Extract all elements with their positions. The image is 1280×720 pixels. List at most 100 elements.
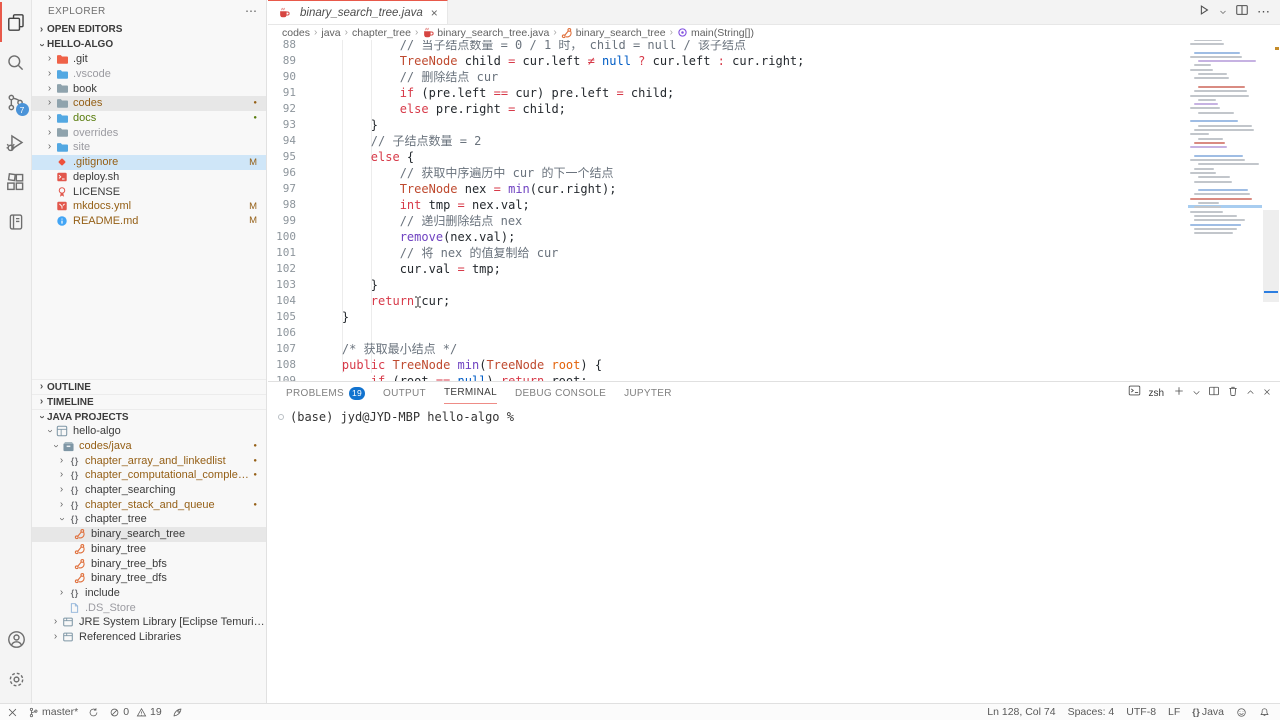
terminal-dropdown-chevron-icon[interactable] xyxy=(1192,384,1201,402)
terminal-prompt[interactable]: (base) jyd@JYD-MBP hello-algo % xyxy=(278,410,514,424)
status-eol[interactable]: LF xyxy=(1168,706,1180,718)
java-projects-header[interactable]: › JAVA PROJECTS xyxy=(32,409,266,424)
activity-search-icon[interactable] xyxy=(0,42,32,82)
explorer-item-vscode[interactable]: ›.vscode xyxy=(32,67,266,82)
java-projects-item-codes-java[interactable]: ›codes/java● xyxy=(32,439,266,454)
java-projects-item-hello-algo[interactable]: ›hello-algo xyxy=(32,424,266,439)
java-projects-item-include[interactable]: ›{ }include xyxy=(32,586,266,601)
feedback-icon[interactable] xyxy=(1236,707,1247,718)
explorer-item-deploy-sh[interactable]: deploy.sh xyxy=(32,170,266,185)
explorer-item-license[interactable]: LICENSE xyxy=(32,184,266,199)
sync-icon[interactable] xyxy=(88,707,99,718)
status-indentation[interactable]: Spaces: 4 xyxy=(1068,706,1115,718)
code-line-92[interactable]: 92 else pre.right = child; xyxy=(268,101,1280,117)
code-line-109[interactable]: 109 if (root == null) return root; xyxy=(268,373,1280,381)
workspace-root-header[interactable]: › HELLO-ALGO xyxy=(32,37,266,52)
minimap[interactable] xyxy=(1188,25,1262,381)
code-line-100[interactable]: 100 remove(nex.val); xyxy=(268,229,1280,245)
breadcrumb-item[interactable]: java xyxy=(321,27,340,39)
kill-terminal-icon[interactable] xyxy=(1227,384,1239,402)
explorer-item-mkdocs-yml[interactable]: mkdocs.ymlM xyxy=(32,199,266,214)
panel-tab-jupyter[interactable]: JUPYTER xyxy=(624,382,672,404)
explorer-item-docs[interactable]: ›docs● xyxy=(32,111,266,126)
more-actions-icon[interactable]: ⋯ xyxy=(1257,4,1270,20)
status-encoding[interactable]: UTF-8 xyxy=(1126,706,1156,718)
tab-binary-search-tree[interactable]: binary_search_tree.java × xyxy=(268,0,448,24)
panel-tab-problems[interactable]: PROBLEMS19 xyxy=(286,382,365,404)
more-actions-icon[interactable]: ⋯ xyxy=(245,4,258,18)
code-line-107[interactable]: 107 /* 获取最小结点 */ xyxy=(268,341,1280,357)
shell-label[interactable]: zsh xyxy=(1148,388,1164,399)
explorer-item-book[interactable]: ›book xyxy=(32,81,266,96)
run-dropdown-chevron-icon[interactable] xyxy=(1219,3,1227,21)
rocket-icon[interactable] xyxy=(172,707,183,718)
explorer-item-overrides[interactable]: ›overrides xyxy=(32,125,266,140)
status-branch[interactable]: master* xyxy=(28,706,78,718)
activity-notebook-icon[interactable] xyxy=(0,202,32,242)
code-line-96[interactable]: 96 // 获取中序遍历中 cur 的下一个结点 xyxy=(268,165,1280,181)
code-editor[interactable]: 88 // 当子结点数量 = 0 / 1 时， child = null / 该… xyxy=(268,25,1280,381)
code-line-91[interactable]: 91 if (pre.left == cur) pre.left = child… xyxy=(268,85,1280,101)
code-line-97[interactable]: 97 TreeNode nex = min(cur.right); xyxy=(268,181,1280,197)
java-projects-item-binary-search-tree[interactable]: binary_search_tree xyxy=(32,527,266,542)
code-line-106[interactable]: 106 xyxy=(268,325,1280,341)
panel-tab-output[interactable]: OUTPUT xyxy=(383,382,426,404)
split-editor-icon[interactable] xyxy=(1235,3,1249,22)
breadcrumb-item[interactable]: main(String[]) xyxy=(677,27,754,39)
launch-terminal-icon[interactable] xyxy=(1128,384,1141,402)
code-line-108[interactable]: 108 public TreeNode min(TreeNode root) { xyxy=(268,357,1280,373)
outline-header[interactable]: › OUTLINE xyxy=(32,379,266,394)
timeline-header[interactable]: › TIMELINE xyxy=(32,394,266,409)
new-terminal-icon[interactable] xyxy=(1173,384,1185,402)
explorer-item-git[interactable]: ›.git xyxy=(32,52,266,67)
code-line-93[interactable]: 93 } xyxy=(268,117,1280,133)
close-panel-icon[interactable] xyxy=(1262,384,1272,402)
breadcrumb-item[interactable]: codes xyxy=(282,27,310,39)
java-projects-item-binary-tree-bfs[interactable]: binary_tree_bfs xyxy=(32,556,266,571)
java-projects-item-chapter-stack-and-queue[interactable]: ›{ }chapter_stack_and_queue● xyxy=(32,497,266,512)
activity-source-control-icon[interactable]: 7 xyxy=(0,82,32,122)
breadcrumb-item[interactable]: chapter_tree xyxy=(352,27,411,39)
java-projects-item-chapter-searching[interactable]: ›{ }chapter_searching xyxy=(32,483,266,498)
code-line-99[interactable]: 99 // 递归删除结点 nex xyxy=(268,213,1280,229)
breadcrumb-item[interactable]: binary_search_tree xyxy=(561,27,666,39)
activity-explorer-icon[interactable] xyxy=(0,2,32,42)
java-projects-item-chapter-array-and-linkedlist[interactable]: ›{ }chapter_array_and_linkedlist● xyxy=(32,453,266,468)
code-line-101[interactable]: 101 // 将 nex 的值复制给 cur xyxy=(268,245,1280,261)
explorer-item-gitignore[interactable]: .gitignoreM xyxy=(32,155,266,170)
code-line-90[interactable]: 90 // 删除结点 cur xyxy=(268,69,1280,85)
notifications-bell-icon[interactable] xyxy=(1259,707,1270,718)
close-tab-icon[interactable]: × xyxy=(431,6,438,20)
explorer-item-readme-md[interactable]: README.mdM xyxy=(32,214,266,229)
overview-ruler[interactable] xyxy=(1262,25,1280,381)
java-projects-item-jre-system-library-eclipse-temurin-17-17[interactable]: ›JRE System Library [Eclipse Temurin 17 … xyxy=(32,615,266,630)
code-line-98[interactable]: 98 int tmp = nex.val; xyxy=(268,197,1280,213)
breadcrumb-item[interactable]: binary_search_tree.java xyxy=(422,27,549,39)
activity-account-icon[interactable] xyxy=(0,619,32,659)
panel-tab-terminal[interactable]: TERMINAL xyxy=(444,382,497,404)
code-line-102[interactable]: 102 cur.val = tmp; xyxy=(268,261,1280,277)
status-problems[interactable]: 0 19 xyxy=(109,706,162,718)
java-projects-item-binary-tree[interactable]: binary_tree xyxy=(32,542,266,557)
activity-extensions-icon[interactable] xyxy=(0,162,32,202)
panel-tab-debug-console[interactable]: DEBUG CONSOLE xyxy=(515,382,606,404)
status-language[interactable]: { } Java xyxy=(1192,706,1224,718)
activity-run-debug-icon[interactable] xyxy=(0,122,32,162)
open-editors-header[interactable]: › OPEN EDITORS xyxy=(32,22,266,37)
split-terminal-icon[interactable] xyxy=(1208,384,1220,402)
explorer-item-codes[interactable]: ›codes● xyxy=(32,96,266,111)
code-line-89[interactable]: 89 TreeNode child = cur.left ≠ null ? cu… xyxy=(268,53,1280,69)
scrollbar-thumb[interactable] xyxy=(1263,210,1279,302)
java-projects-item-binary-tree-dfs[interactable]: binary_tree_dfs xyxy=(32,571,266,586)
java-projects-item-ds-store[interactable]: .DS_Store xyxy=(32,600,266,615)
status-line-col[interactable]: Ln 128, Col 74 xyxy=(987,706,1055,718)
java-projects-item-chapter-computational-complexity[interactable]: ›{ }chapter_computational_complexity● xyxy=(32,468,266,483)
maximize-panel-icon[interactable] xyxy=(1246,384,1255,402)
code-line-94[interactable]: 94 // 子结点数量 = 2 xyxy=(268,133,1280,149)
run-button[interactable] xyxy=(1197,3,1211,22)
java-projects-item-referenced-libraries[interactable]: ›Referenced Libraries xyxy=(32,630,266,645)
java-projects-item-chapter-tree[interactable]: ›{ }chapter_tree xyxy=(32,512,266,527)
code-line-95[interactable]: 95 else { xyxy=(268,149,1280,165)
code-line-103[interactable]: 103 } xyxy=(268,277,1280,293)
explorer-item-site[interactable]: ›site xyxy=(32,140,266,155)
